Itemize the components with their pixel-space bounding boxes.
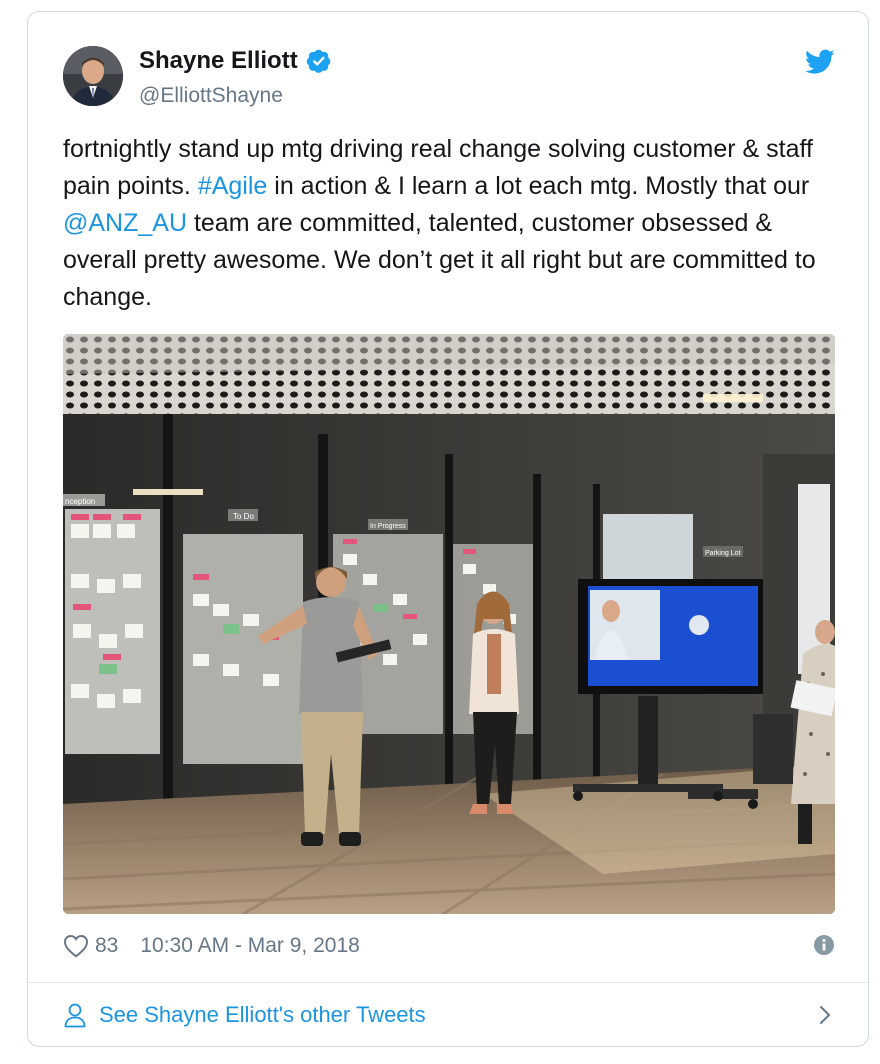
office-standup-photo: nception To Do In Progress Parking Lot (63, 334, 835, 914)
wall-sign: nception (65, 497, 95, 506)
hashtag-link[interactable]: #Agile (198, 172, 268, 200)
wall-sign: Parking Lot (705, 550, 740, 557)
mention-link[interactable]: @ANZ_AU (63, 209, 187, 237)
author-name-row: Shayne Elliott (139, 47, 332, 75)
tweet-text-segment: in action & I learn a lot each mtg. Most… (267, 172, 810, 200)
info-icon[interactable] (813, 934, 835, 956)
embedded-tweet-card: Shayne Elliott @ElliottShayne fortnightl… (27, 11, 869, 1047)
kanban-wall (65, 509, 533, 764)
author-name[interactable]: Shayne Elliott (139, 47, 298, 75)
author-handle[interactable]: @ElliottShayne (139, 84, 283, 108)
chevron-right-icon[interactable] (815, 1004, 835, 1026)
see-other-tweets-link[interactable]: See Shayne Elliott's other Tweets (63, 997, 835, 1033)
twitter-bird-icon[interactable] (805, 49, 835, 75)
avatar[interactable] (63, 46, 123, 106)
wall-sign: To Do (233, 512, 254, 521)
tweet-photo[interactable]: nception To Do In Progress Parking Lot (63, 334, 835, 914)
person-icon (64, 1003, 86, 1028)
tweet-text: fortnightly stand up mtg driving real ch… (63, 131, 843, 316)
verified-badge-icon (306, 49, 331, 73)
like-count[interactable]: 83 (95, 934, 118, 958)
tweet-meta-row: 83 10:30 AM - Mar 9, 2018 (63, 930, 835, 962)
wall-sign: In Progress (370, 523, 406, 530)
tweet-timestamp[interactable]: 10:30 AM - Mar 9, 2018 (140, 934, 359, 958)
divider (28, 982, 868, 983)
heart-icon[interactable] (63, 934, 89, 958)
see-other-tweets-label[interactable]: See Shayne Elliott's other Tweets (99, 1002, 426, 1028)
